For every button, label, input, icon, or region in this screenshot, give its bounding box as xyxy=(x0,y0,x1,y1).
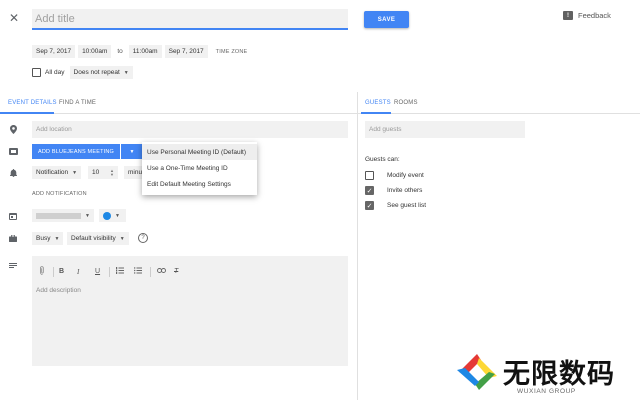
video-conference-icon xyxy=(9,147,18,155)
calendar-icon xyxy=(9,211,17,220)
bell-icon xyxy=(9,168,17,177)
to-label: to xyxy=(117,48,123,55)
all-day-checkbox[interactable] xyxy=(32,68,41,77)
see-guest-list-checkbox[interactable]: ✓ xyxy=(365,201,374,210)
bulleted-list-icon[interactable] xyxy=(134,267,150,276)
watermark-sub: WUXIAN GROUP xyxy=(517,388,576,395)
underline-icon[interactable]: U xyxy=(95,268,109,275)
numbered-list-icon[interactable] xyxy=(116,267,134,276)
menu-item-one-time-id[interactable]: Use a One-Time Meeting ID xyxy=(142,160,257,176)
bluejeans-dropdown-button[interactable]: ▼ xyxy=(121,144,143,159)
title-input[interactable] xyxy=(32,9,348,30)
briefcase-icon xyxy=(9,234,17,242)
end-date[interactable]: Sep 7, 2017 xyxy=(164,45,208,58)
end-time[interactable]: 11:00am xyxy=(128,45,162,58)
notification-unit-select[interactable]: minu xyxy=(124,166,142,179)
permission-invite-others[interactable]: ✓ Invite others xyxy=(365,185,422,196)
see-guest-list-label: See guest list xyxy=(387,202,427,209)
guests-can-label: Guests can: xyxy=(365,156,400,163)
location-icon xyxy=(9,124,17,134)
feedback-button[interactable]: ! Feedback xyxy=(563,11,611,20)
save-button[interactable]: SAVE xyxy=(364,11,409,28)
menu-item-edit-settings[interactable]: Edit Default Meeting Settings xyxy=(142,176,257,192)
feedback-icon: ! xyxy=(563,11,573,20)
description-placeholder: Add description xyxy=(36,287,81,294)
repeat-select[interactable]: Does not repeat ▼ xyxy=(69,66,133,79)
add-bluejeans-meeting-label: ADD BLUEJEANS MEETING xyxy=(37,148,115,155)
feedback-label: Feedback xyxy=(578,11,611,20)
invite-others-label: Invite others xyxy=(387,187,423,194)
notification-unit-value: minu xyxy=(128,169,142,176)
add-notification-button[interactable]: ADD NOTIFICATION xyxy=(32,191,87,197)
tab-indicator xyxy=(0,112,54,114)
all-day-label: All day xyxy=(45,69,65,76)
tab-guests[interactable]: GUESTS xyxy=(365,100,391,106)
invite-others-checkbox[interactable]: ✓ xyxy=(365,186,374,195)
location-placeholder: Add location xyxy=(36,126,72,133)
chevron-down-icon: ▼ xyxy=(85,212,90,219)
chevron-down-icon: ▼ xyxy=(119,235,125,242)
chevron-down-icon: ▼ xyxy=(72,169,78,176)
visibility-select[interactable]: Default visibility ▼ xyxy=(67,232,129,245)
link-icon[interactable] xyxy=(157,268,174,275)
event-color-select[interactable]: ▼ xyxy=(99,209,126,222)
close-icon[interactable]: ✕ xyxy=(8,11,20,25)
notification-amount-input[interactable]: 10 ▲ ▼ xyxy=(88,166,118,179)
menu-item-personal-id[interactable]: Use Personal Meeting ID (Default) xyxy=(142,144,257,160)
modify-event-checkbox[interactable] xyxy=(365,171,374,180)
busy-status-value: Busy xyxy=(36,235,51,242)
add-guests-input[interactable]: Add guests xyxy=(365,121,525,138)
busy-status-select[interactable]: Busy ▼ xyxy=(32,232,64,245)
permission-see-guest-list[interactable]: ✓ See guest list xyxy=(365,200,426,211)
description-icon xyxy=(9,262,17,268)
start-date[interactable]: Sep 7, 2017 xyxy=(32,45,76,58)
clear-format-icon[interactable]: T xyxy=(174,268,186,275)
tab-event-details[interactable]: EVENT DETAILS xyxy=(8,100,57,106)
bluejeans-options-menu: Use Personal Meeting ID (Default) Use a … xyxy=(142,142,257,195)
italic-icon[interactable]: I xyxy=(77,268,95,276)
notification-type-select[interactable]: Notification ▼ xyxy=(32,166,82,179)
tab-rooms[interactable]: ROOMS xyxy=(394,100,418,106)
location-input[interactable]: Add location xyxy=(32,121,348,138)
modify-event-label: Modify event xyxy=(387,172,424,179)
bold-icon[interactable]: B xyxy=(59,268,77,275)
calendar-select[interactable]: ▼ xyxy=(32,209,94,222)
attachment-icon[interactable] xyxy=(40,266,52,277)
add-guests-placeholder: Add guests xyxy=(369,126,402,133)
visibility-value: Default visibility xyxy=(71,235,116,242)
add-bluejeans-meeting-button[interactable]: ADD BLUEJEANS MEETING xyxy=(32,144,120,159)
chevron-down-icon: ▼ xyxy=(123,69,129,76)
watermark-brand: 无限数码 xyxy=(503,359,615,390)
notification-amount-value: 10 xyxy=(92,169,100,176)
guests-tab-indicator xyxy=(361,112,391,114)
description-toolbar: B I U T xyxy=(40,266,186,277)
panel-divider xyxy=(357,92,358,400)
color-swatch xyxy=(103,211,111,220)
start-time[interactable]: 10:00am xyxy=(78,45,112,58)
stepper-icon[interactable]: ▲ ▼ xyxy=(110,168,114,177)
timezone-button[interactable]: TIME ZONE xyxy=(216,49,248,55)
help-icon[interactable]: ? xyxy=(138,233,148,243)
chevron-down-icon: ▼ xyxy=(115,212,120,219)
watermark-logo-icon xyxy=(457,354,497,390)
chevron-down-icon: ▼ xyxy=(129,148,135,155)
repeat-value: Does not repeat xyxy=(73,69,120,76)
notification-type-value: Notification xyxy=(36,169,69,176)
watermark: 无限数码 WUXIAN GROUP xyxy=(455,350,635,398)
permission-modify-event[interactable]: Modify event xyxy=(365,170,424,181)
tab-find-time[interactable]: FIND A TIME xyxy=(59,100,96,106)
calendar-name-redacted xyxy=(36,212,82,219)
chevron-down-icon: ▼ xyxy=(54,235,60,242)
